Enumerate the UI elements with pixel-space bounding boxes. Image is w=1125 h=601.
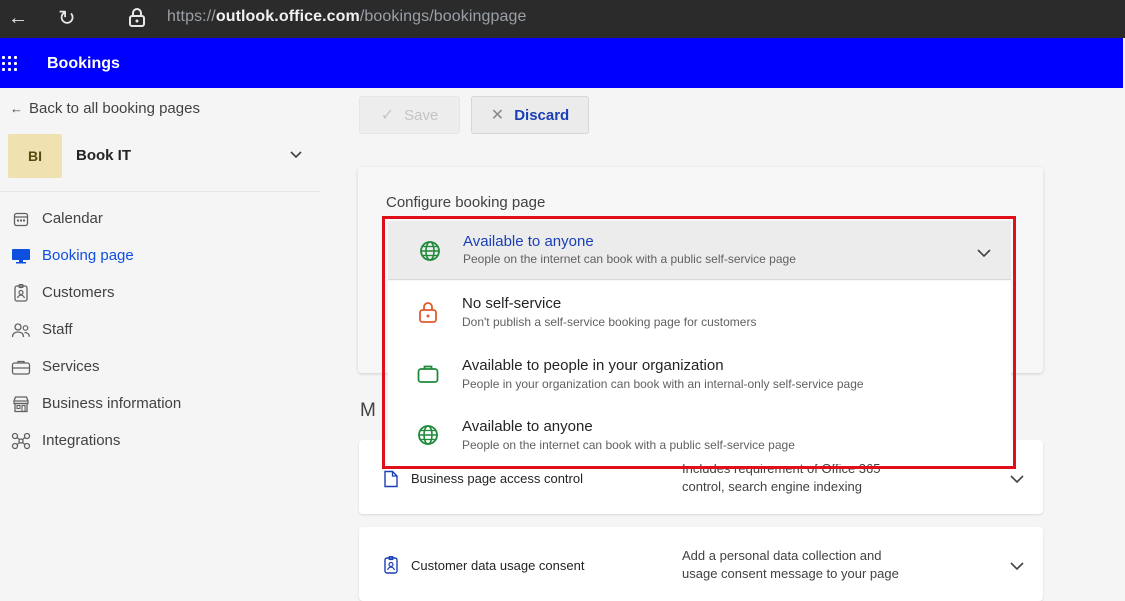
customer-data-usage-consent-card[interactable]: Customer data usage consent Add a person… <box>359 527 1043 601</box>
option-no-self-service[interactable]: No self-service Don't publish a self-ser… <box>388 283 1011 343</box>
sidebar-nav: Calendar Booking page Customers Staff Se… <box>10 200 310 459</box>
briefcase-icon <box>10 358 32 376</box>
building-icon <box>10 395 32 413</box>
avatar: BI <box>8 134 62 178</box>
back-to-booking-pages-link[interactable]: ← Back to all booking pages <box>10 100 200 117</box>
sidebar-item-booking-page[interactable]: Booking page <box>10 237 310 274</box>
sidebar-item-integrations[interactable]: Integrations <box>10 422 310 459</box>
sidebar-item-services[interactable]: Services <box>10 348 310 385</box>
back-link-label: Back to all booking pages <box>29 100 200 117</box>
page-icon <box>383 470 401 488</box>
section-heading: M <box>360 400 376 421</box>
save-label: Save <box>404 106 439 124</box>
sidebar-item-label: Customers <box>42 284 115 301</box>
close-icon: ✕ <box>490 107 505 124</box>
app-launcher-icon[interactable] <box>2 56 18 72</box>
monitor-icon <box>10 247 32 265</box>
option-title: No self-service <box>462 295 562 312</box>
setting-label: Customer data usage consent <box>411 558 585 573</box>
sidebar-item-business-information[interactable]: Business information <box>10 385 310 422</box>
contact-badge-icon <box>383 555 401 574</box>
option-title: Available to anyone <box>462 418 593 435</box>
option-title: Available to people in your organization <box>462 357 724 374</box>
availability-options-list: No self-service Don't publish a self-ser… <box>388 281 1011 464</box>
sidebar-item-staff[interactable]: Staff <box>10 311 310 348</box>
sidebar-item-customers[interactable]: Customers <box>10 274 310 311</box>
discard-label: Discard <box>514 106 570 124</box>
chevron-down-icon[interactable] <box>1009 559 1025 571</box>
setting-description-line1: Add a personal data collection and <box>682 548 882 563</box>
setting-label: Business page access control <box>411 471 583 486</box>
selected-option-description: People on the internet can book with a p… <box>463 252 796 266</box>
chevron-down-icon[interactable] <box>288 146 304 162</box>
url-path: /bookings/bookingpage <box>359 8 527 25</box>
setting-description-line2: usage consent message to your page <box>682 566 899 581</box>
sidebar: ← Back to all booking pages BI Book IT Ca… <box>0 88 330 601</box>
sidebar-item-label: Calendar <box>42 210 103 227</box>
app-title: Bookings <box>47 55 120 72</box>
divider <box>0 191 320 192</box>
people-icon <box>10 321 32 339</box>
sidebar-item-label: Integrations <box>42 432 121 449</box>
url-prefix: https:// <box>167 8 216 25</box>
configure-title: Configure booking page <box>386 194 546 211</box>
sidebar-item-label: Staff <box>42 321 73 338</box>
checkmark-icon: ✓ <box>380 107 395 124</box>
option-description: Don't publish a self-service booking pag… <box>462 315 757 329</box>
browser-back-icon[interactable]: ← <box>8 8 34 30</box>
contact-card-icon <box>10 283 32 302</box>
booking-page-selector[interactable]: BI Book IT <box>8 132 320 182</box>
booking-page-name: Book IT <box>76 147 131 164</box>
globe-icon <box>418 239 442 263</box>
app-header: Bookings <box>0 38 1123 88</box>
option-description: People in your organization can book wit… <box>462 377 864 391</box>
setting-description: Add a personal data collection and usage … <box>682 547 922 583</box>
option-available-to-anyone[interactable]: Available to anyone People on the intern… <box>388 406 1011 466</box>
lock-icon <box>416 300 440 324</box>
chevron-down-icon[interactable] <box>1009 472 1025 484</box>
option-description: People on the internet can book with a p… <box>462 438 795 452</box>
sidebar-item-calendar[interactable]: Calendar <box>10 200 310 237</box>
back-arrow-icon: ← <box>10 101 23 116</box>
briefcase-icon <box>416 362 440 386</box>
sidebar-item-label: Business information <box>42 395 182 412</box>
lock-icon <box>128 8 146 28</box>
browser-bar: ← ↻ https://outlook.office.com/bookings/… <box>0 0 1125 38</box>
discard-button[interactable]: ✕ Discard <box>471 96 589 134</box>
selected-option-title: Available to anyone <box>463 233 594 250</box>
address-bar[interactable]: https://outlook.office.com/bookings/book… <box>167 8 527 26</box>
integrations-icon <box>10 432 32 450</box>
setting-description-line2: control, search engine indexing <box>682 479 862 494</box>
url-domain: outlook.office.com <box>215 8 360 25</box>
availability-dropdown[interactable]: Available to anyone People on the intern… <box>388 221 1011 280</box>
sidebar-item-label: Services <box>42 358 100 375</box>
sidebar-item-label: Booking page <box>42 247 134 264</box>
calendar-icon <box>10 210 32 228</box>
option-available-to-organization[interactable]: Available to people in your organization… <box>388 345 1011 405</box>
globe-icon <box>416 423 440 447</box>
save-button[interactable]: ✓ Save <box>359 96 460 134</box>
chevron-down-icon[interactable] <box>976 246 992 258</box>
browser-refresh-icon[interactable]: ↻ <box>58 6 80 30</box>
